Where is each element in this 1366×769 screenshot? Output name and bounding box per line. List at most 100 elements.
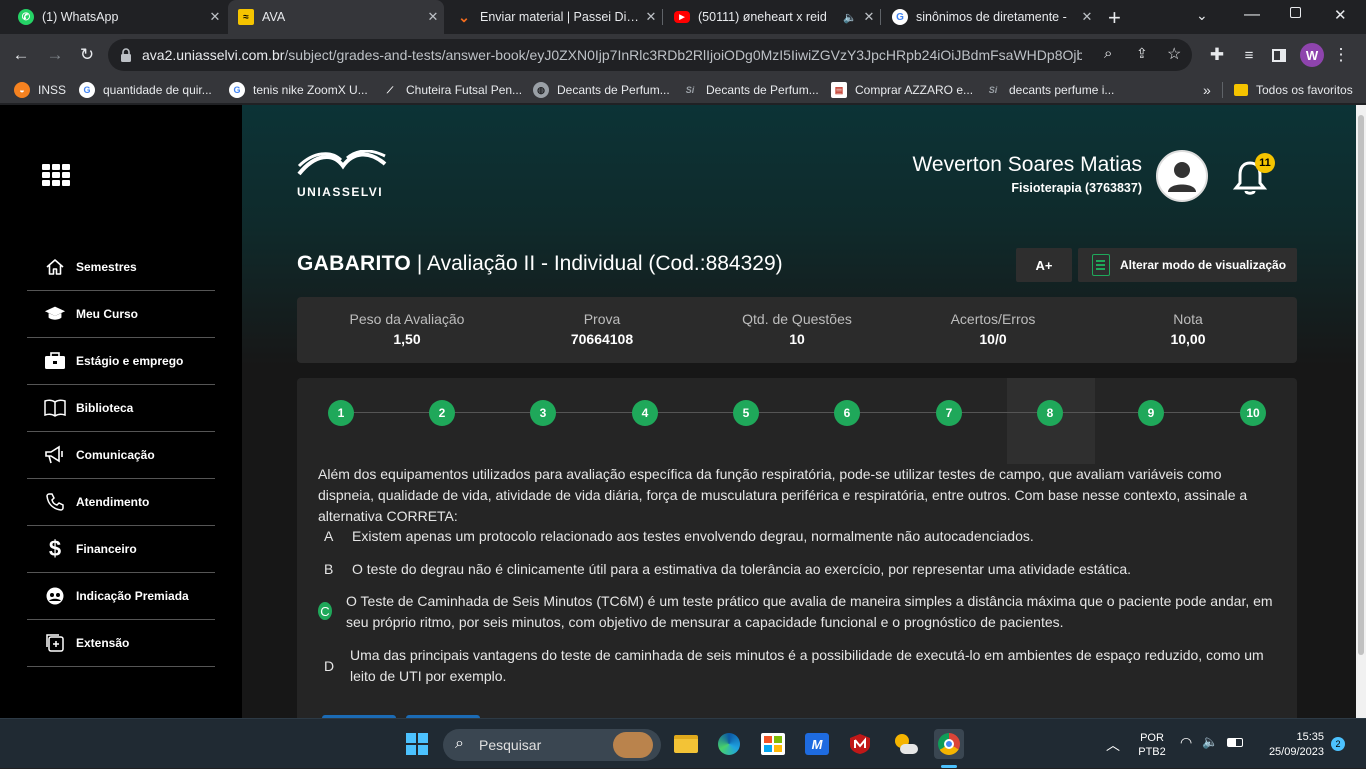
bookmark-chuteira[interactable]: ⟋ Chuteira Futsal Pen...: [382, 81, 522, 99]
weather-icon[interactable]: [890, 729, 920, 759]
bookmark-azzaro[interactable]: ▤ Comprar AZZARO e...: [831, 81, 973, 99]
sidebar-item-meu-curso[interactable]: Meu Curso: [27, 291, 215, 338]
bookmarks-bar: ◒ INSS Gquantidade de quir... Gtenis nike…: [0, 76, 1366, 104]
store-icon: ▤: [831, 82, 847, 98]
tab-youtube[interactable]: ▶ (50111) øneheart x reid 🔈 ✕: [664, 0, 880, 34]
tab-title: AVA: [262, 10, 286, 24]
edge-browser-icon[interactable]: [714, 729, 744, 759]
search-icon: ⌕: [455, 735, 464, 752]
app-m-icon[interactable]: M: [802, 729, 832, 759]
list-document-icon: [1092, 254, 1110, 276]
step-10[interactable]: 10: [1240, 400, 1266, 426]
bookmark-google-quir[interactable]: Gquantidade de quir...: [79, 81, 212, 99]
user-avatar[interactable]: [1156, 150, 1208, 202]
tab-whatsapp[interactable]: ✆ (1) WhatsApp ✕: [8, 0, 226, 34]
reload-icon[interactable]: ↻: [74, 42, 100, 68]
step-1[interactable]: 1: [328, 400, 354, 426]
lock-icon[interactable]: [120, 48, 132, 62]
share-icon[interactable]: ⇪: [1136, 45, 1148, 62]
bookmark-decants-2[interactable]: Si Decants de Perfum...: [682, 81, 819, 99]
web-page: Semestres Meu Curso Estágio e emprego Bi…: [0, 105, 1366, 718]
option-c-correct[interactable]: C O Teste de Caminhada de Seis Minutos (…: [318, 591, 1278, 633]
close-window-icon[interactable]: ✕: [1334, 6, 1347, 24]
all-bookmarks-folder[interactable]: Todos os favoritos: [1234, 81, 1353, 99]
wifi-icon[interactable]: ◠: [1180, 734, 1192, 751]
sidebar-item-atendimento[interactable]: Atendimento: [27, 479, 215, 526]
close-tab-icon[interactable]: ✕: [204, 9, 226, 25]
sidebar-item-indicacao[interactable]: Indicação Premiada: [27, 573, 215, 620]
bookmark-decants-3[interactable]: Si decants perfume i...: [985, 81, 1115, 99]
book-icon: [44, 397, 66, 419]
step-9[interactable]: 9: [1138, 400, 1164, 426]
battery-icon[interactable]: [1227, 738, 1243, 747]
back-arrow-icon[interactable]: ←: [8, 42, 34, 68]
language-indicator[interactable]: POR PTB2: [1138, 731, 1166, 759]
show-hidden-icons-chevron[interactable]: ︿: [1106, 735, 1120, 755]
si-icon: Si: [988, 85, 998, 95]
sidebar-item-comunicacao[interactable]: Comunicação: [27, 432, 215, 479]
bookmark-inss[interactable]: ◒ INSS: [14, 81, 66, 99]
sidebar-item-extensao[interactable]: Extensão: [27, 620, 215, 667]
bookmark-decants-1[interactable]: ◍ Decants de Perfum...: [533, 81, 670, 99]
windows-start-icon[interactable]: [402, 729, 432, 759]
option-d[interactable]: D Uma das principais vantagens do teste …: [318, 645, 1278, 687]
notification-center-badge[interactable]: 2: [1331, 737, 1345, 751]
new-tab-button[interactable]: +: [1108, 5, 1121, 31]
bookmark-label: Chuteira Futsal Pen...: [406, 83, 523, 97]
tab-google-sinonimos[interactable]: G sinônimos de diretamente - ✕: [882, 0, 1098, 34]
change-view-mode-button[interactable]: Alterar modo de visualização: [1078, 248, 1297, 282]
forward-arrow-icon[interactable]: →: [42, 42, 68, 68]
close-tab-icon[interactable]: ✕: [422, 9, 444, 25]
close-tab-icon[interactable]: ✕: [1076, 9, 1098, 25]
ava-icon: ≈: [238, 9, 254, 25]
minimize-window-icon[interactable]: —: [1244, 6, 1260, 24]
sidebar-item-semestres[interactable]: Semestres: [27, 244, 215, 291]
tab-search-chevron-icon[interactable]: ⌄: [1196, 7, 1208, 24]
volume-icon[interactable]: 🔈: [1202, 734, 1218, 750]
close-tab-icon[interactable]: ✕: [640, 9, 662, 25]
mcafee-icon[interactable]: [845, 729, 875, 759]
taskbar-search-box[interactable]: ⌕ Pesquisar: [443, 729, 661, 761]
page-scrollbar-thumb[interactable]: [1358, 115, 1364, 655]
info-peso: Peso da Avaliação 1,50: [317, 311, 497, 347]
media-controls-icon[interactable]: ≡: [1236, 42, 1262, 68]
sidebar-item-biblioteca[interactable]: Biblioteca: [27, 385, 215, 432]
step-2[interactable]: 2: [429, 400, 455, 426]
step-7[interactable]: 7: [936, 400, 962, 426]
sidebar-item-financeiro[interactable]: $ Financeiro: [27, 526, 215, 573]
step-4[interactable]: 4: [632, 400, 658, 426]
more-bookmarks-button[interactable]: »: [1203, 81, 1211, 99]
restore-window-icon[interactable]: [1290, 7, 1301, 18]
step-6[interactable]: 6: [834, 400, 860, 426]
font-size-button[interactable]: A+: [1016, 248, 1072, 282]
page-title: GABARITO | Avaliação II - Individual (Co…: [297, 252, 783, 276]
address-bar[interactable]: ava2.uniasselvi.com.br/subject/grades-an…: [108, 39, 1192, 71]
browser-menu-icon[interactable]: ⋮: [1328, 42, 1354, 68]
sidebar-item-estagio[interactable]: Estágio e emprego: [27, 338, 215, 385]
step-3[interactable]: 3: [530, 400, 556, 426]
tab-ava[interactable]: ≈ AVA ✕: [228, 0, 444, 34]
uniasselvi-logo[interactable]: UNIASSELVI: [297, 149, 387, 199]
profile-avatar[interactable]: W: [1300, 43, 1324, 67]
step-8[interactable]: 8: [1037, 400, 1063, 426]
bookmark-star-icon[interactable]: ☆: [1167, 44, 1181, 64]
chrome-browser-icon[interactable]: [934, 729, 964, 759]
file-explorer-icon[interactable]: [671, 729, 701, 759]
step-5[interactable]: 5: [733, 400, 759, 426]
zoom-search-icon[interactable]: ⌕: [1104, 45, 1112, 62]
extensions-puzzle-icon[interactable]: ✚: [1204, 42, 1230, 68]
clock[interactable]: 15:35 25/09/2023: [1252, 730, 1324, 760]
info-label: Peso da Avaliação: [349, 311, 465, 327]
tab-passei-direto[interactable]: ⌄ Enviar material | Passei Diret ✕: [446, 0, 662, 34]
audio-playing-icon[interactable]: 🔈: [842, 11, 858, 24]
info-value: 1,50: [393, 331, 421, 347]
close-tab-icon[interactable]: ✕: [858, 9, 880, 25]
apps-grid-icon[interactable]: [42, 164, 70, 186]
option-b[interactable]: B O teste do degrau não é clinicamente ú…: [318, 559, 1278, 580]
bookmark-google-nike[interactable]: Gtenis nike ZoomX U...: [229, 81, 368, 99]
microsoft-store-icon[interactable]: [758, 729, 788, 759]
option-a[interactable]: A Existem apenas um protocolo relacionad…: [318, 526, 1278, 547]
tab-separator: [662, 9, 663, 25]
side-panel-icon[interactable]: [1266, 42, 1292, 68]
megaphone-icon: [44, 444, 66, 466]
